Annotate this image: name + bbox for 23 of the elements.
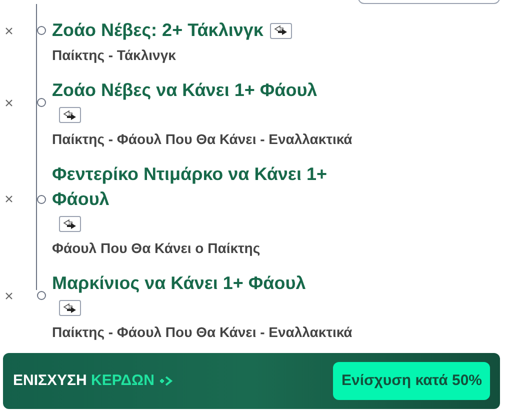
selection-subtitle: Παίκτης - Τάκλινγκ <box>52 46 177 65</box>
selection-title: Φεντερίκο Ντιμάρκο να Κάνει 1+ Φάουλ <box>52 163 328 211</box>
selection-subtitle: Παίκτης - Φάουλ Που Θα Κάνει - Εναλλακτικά <box>52 130 354 149</box>
close-icon[interactable] <box>5 98 13 106</box>
arrow-icon <box>159 375 174 387</box>
swap-icon <box>62 110 78 120</box>
selection-subtitle: Φάουλ Που Θα Κάνει ο Παίκτης <box>52 239 262 258</box>
swap-icon <box>62 218 78 230</box>
selection-title: Ζοάο Νέβες να Κάνει 1+ Φάουλ <box>52 79 318 102</box>
swap-button[interactable] <box>270 22 292 38</box>
swap-icon <box>273 25 290 36</box>
selection-subtitle: Παίκτης - Φάουλ Που Θα Κάνει - Εναλλακτικά <box>52 323 354 342</box>
boost-button[interactable]: Ενίσχυση κατά 50% <box>333 362 490 400</box>
selection-title: Μαρκίνιος να Κάνει 1+ Φάουλ <box>52 272 306 295</box>
close-icon[interactable] <box>5 26 13 34</box>
swap-button[interactable] <box>59 300 81 316</box>
swap-button[interactable] <box>59 107 81 123</box>
close-icon[interactable] <box>5 292 13 300</box>
close-icon[interactable] <box>5 195 13 203</box>
boost-label: ΕΝΙΣΧΥΣΗ ΚΕΡΔΩΝ <box>13 370 154 391</box>
selection-title: Ζοάο Νέβες: 2+ Τάκλινγκ <box>52 19 264 42</box>
swap-icon <box>62 302 78 314</box>
swap-button[interactable] <box>59 216 81 232</box>
